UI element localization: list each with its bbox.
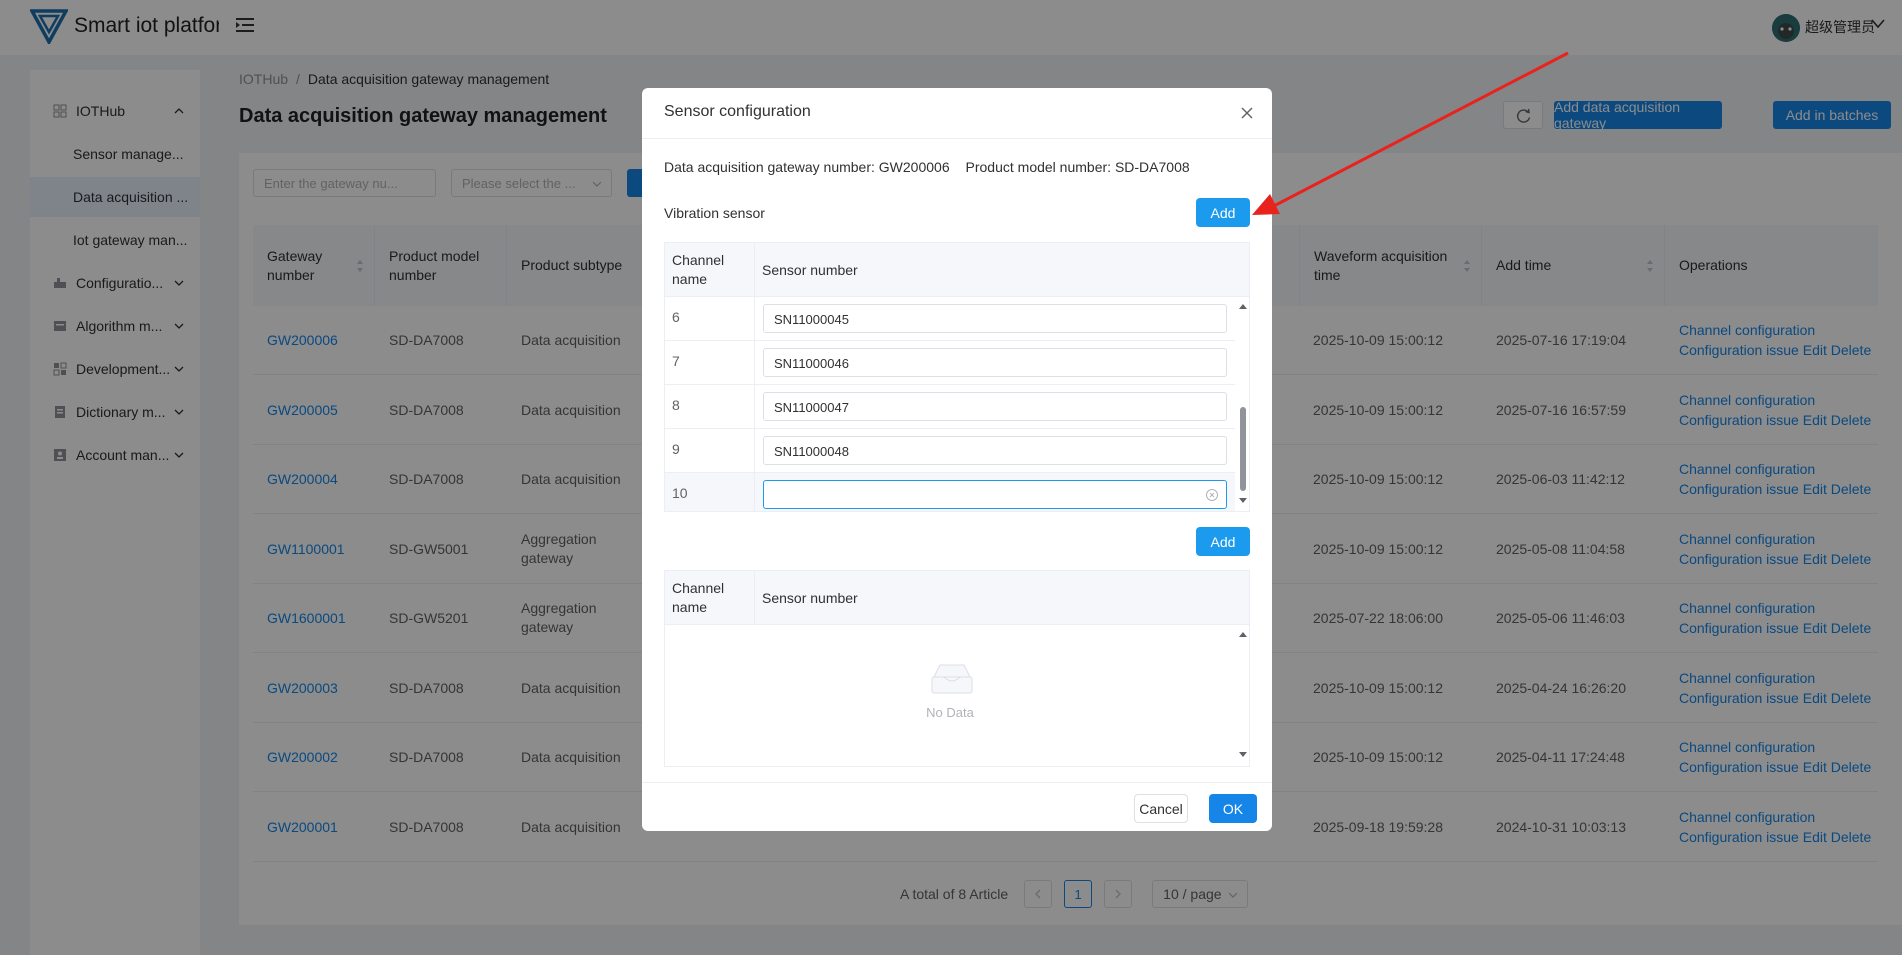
vibration-sensor-label: Vibration sensor [664,205,765,221]
vibration-sensor-table: Channel name Sensor number 6 SN11000045 7 S… [664,242,1250,512]
table-row: 6 SN11000045 [665,297,1235,341]
sensor-number-input[interactable] [763,480,1227,509]
sensor-table-empty: Channel name Sensor number No Data [664,570,1250,767]
sensor-number-value: SN11000048 [774,444,849,459]
col-channel-name: Channel name [665,571,755,625]
sensor-number-input[interactable]: SN11000045 [763,304,1227,333]
channel-name-cell: 6 [672,309,680,325]
add-sensor-button[interactable]: Add [1196,527,1250,556]
sensor-config-dialog: Sensor configuration Data acquisition ga… [642,88,1272,831]
scroll-thumb[interactable] [1240,407,1246,491]
table-header: Channel name Sensor number [665,243,1249,297]
table-row: 7 SN11000046 [665,341,1235,385]
scrollbar[interactable] [1236,297,1249,511]
gateway-number-label: Data acquisition gateway number: [664,159,875,175]
channel-name-cell: 8 [672,397,680,413]
empty-text: No Data [926,705,974,720]
sensor-number-value: SN11000047 [774,400,849,415]
divider [754,473,755,511]
col-label: Sensor number [762,261,858,278]
sensor-number-input[interactable]: SN11000048 [763,436,1227,465]
table-row: 9 SN11000048 [665,429,1235,473]
gateway-number-value: GW200006 [878,159,950,175]
col-channel-name: Channel name [665,243,755,297]
divider [642,138,1272,139]
scroll-up-icon[interactable] [1238,302,1248,312]
scrollbar[interactable] [1236,625,1249,766]
sensor-number-value: SN11000045 [774,312,849,327]
col-label: Channel name [672,252,725,287]
product-model-value: SD-DA7008 [1114,159,1190,175]
divider [754,341,755,385]
col-sensor-number: Sensor number [755,571,1245,625]
scroll-down-icon[interactable] [1238,749,1248,759]
table-header: Channel name Sensor number [665,571,1249,625]
table-row: 8 SN11000047 [665,385,1235,429]
divider [754,297,755,341]
divider [642,782,1272,783]
empty-state: No Data [665,625,1235,766]
clear-icon[interactable] [1206,489,1218,501]
divider [754,429,755,473]
product-model-label: Product model number: [965,159,1112,175]
divider [754,385,755,429]
dialog-title: Sensor configuration [664,103,811,120]
col-sensor-number: Sensor number [755,243,1245,297]
close-icon[interactable] [1239,105,1255,121]
col-label: Channel name [672,580,725,615]
scroll-down-icon[interactable] [1238,495,1248,505]
add-sensor-button[interactable]: Add [1196,198,1250,227]
table-row: 10 [665,473,1235,511]
gateway-info: Data acquisition gateway number: GW20000… [664,159,1190,175]
channel-name-cell: 9 [672,441,680,457]
sensor-number-value: SN11000046 [774,356,849,371]
channel-name-cell: 7 [672,353,680,369]
empty-box-icon [931,664,973,694]
col-label: Sensor number [762,589,858,606]
channel-name-cell: 10 [672,485,688,501]
cancel-button[interactable]: Cancel [1134,794,1188,823]
scroll-up-icon[interactable] [1238,630,1248,640]
ok-button[interactable]: OK [1209,794,1257,823]
sensor-number-input[interactable]: SN11000046 [763,348,1227,377]
sensor-number-input[interactable]: SN11000047 [763,392,1227,421]
